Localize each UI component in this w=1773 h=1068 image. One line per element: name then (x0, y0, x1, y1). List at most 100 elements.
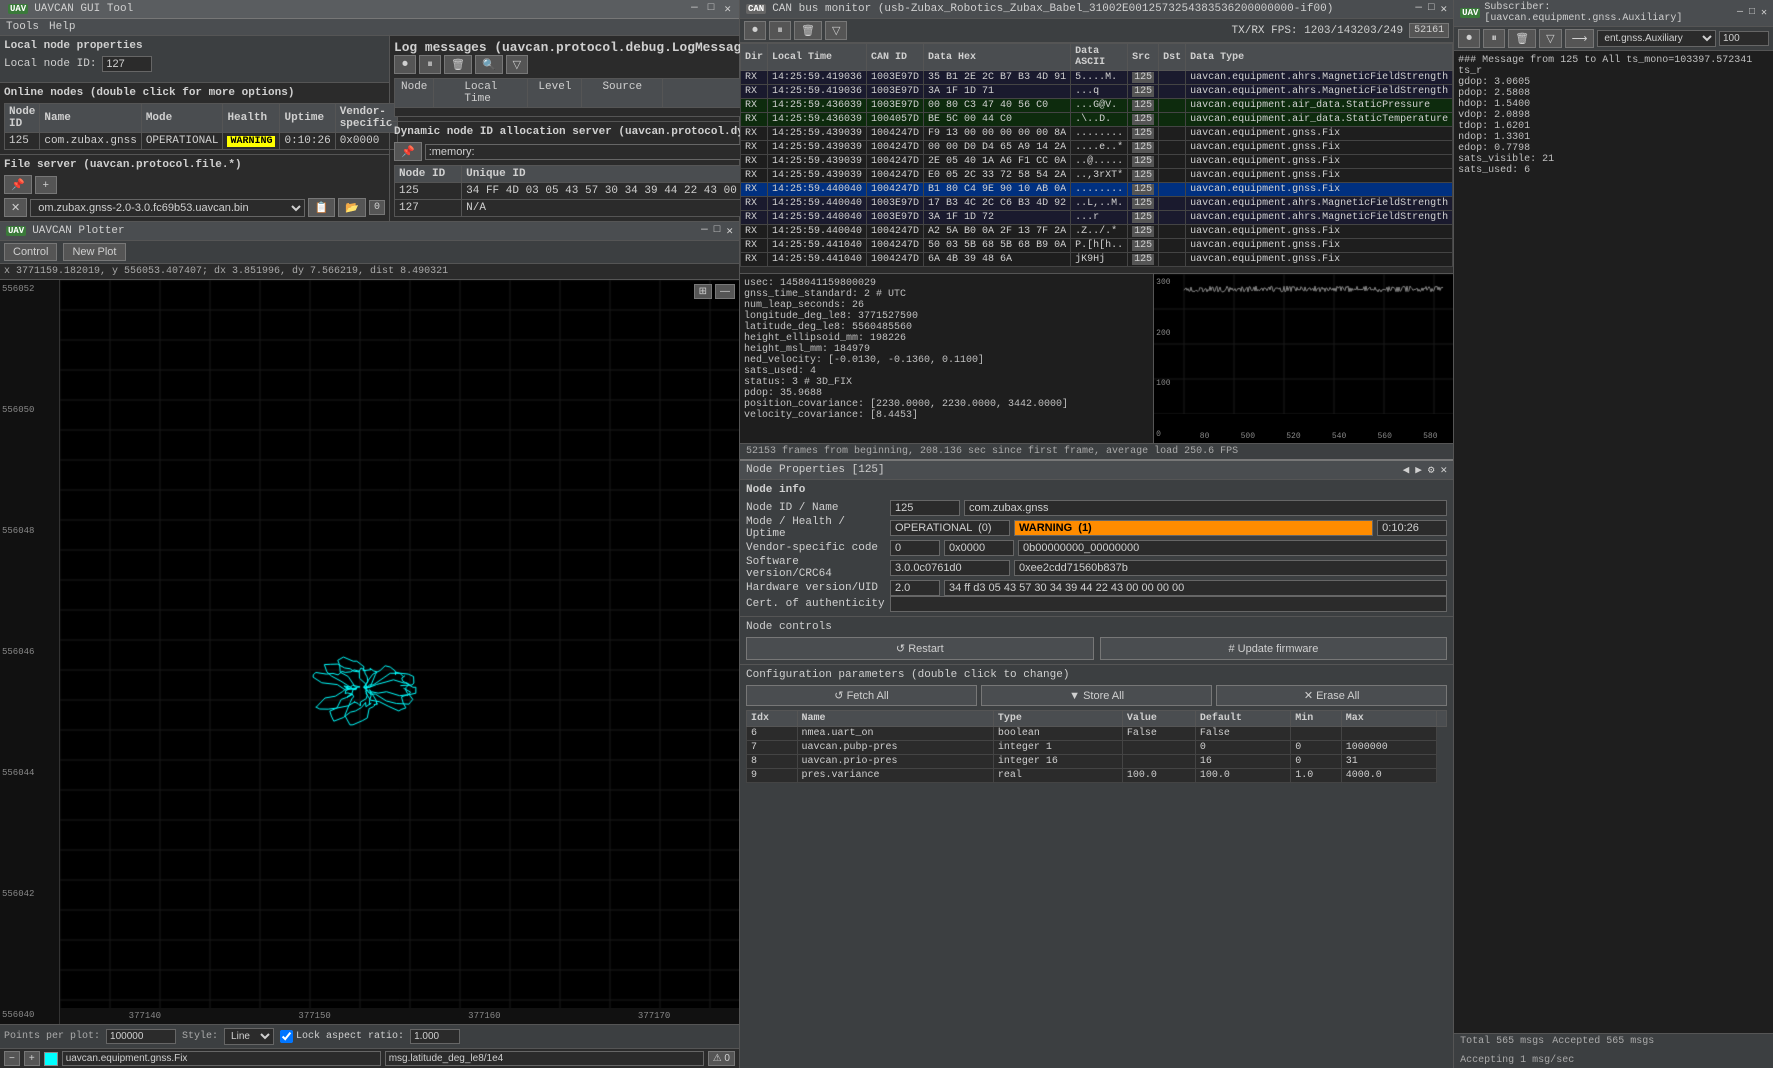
file-server-open-btn[interactable]: 📂 (338, 198, 366, 217)
node-props-close-btn[interactable]: ✕ (1441, 463, 1448, 477)
node-props-left-btn[interactable]: ◀ (1403, 463, 1410, 477)
health-field[interactable] (1014, 520, 1373, 536)
can-row[interactable]: RX 14:25:59.439039 1004247D E0 05 2C 33 … (741, 169, 1453, 183)
file-server-add-btn[interactable]: + (35, 176, 57, 194)
hw-version-field[interactable] (890, 580, 940, 596)
aspect-ratio-input[interactable] (410, 1029, 460, 1044)
sub-maximize-btn[interactable]: □ (1749, 7, 1755, 19)
can-win-minimize[interactable]: — (1415, 2, 1422, 16)
vendor-field3[interactable] (1018, 540, 1447, 556)
node-id-field[interactable] (890, 500, 960, 516)
can-table-container[interactable]: Dir Local Time CAN ID Data Hex Data ASCI… (740, 43, 1453, 273)
sw-version-field[interactable] (890, 560, 1010, 576)
sub-forward-btn[interactable]: ⟶ (1565, 29, 1595, 48)
config-row[interactable]: 8 uavcan.prio-pres integer 16 16 0 31 (747, 755, 1447, 769)
can-row[interactable]: RX 14:25:59.439039 1004247D 2E 05 40 1A … (741, 155, 1453, 169)
can-cell-time: 14:25:59.441040 (768, 239, 867, 253)
can-win-maximize[interactable]: □ (1428, 2, 1435, 16)
update-firmware-btn[interactable]: # Update firmware (1100, 637, 1448, 660)
channel-minus-btn[interactable]: − (4, 1051, 20, 1066)
can-row[interactable]: RX 14:25:59.419036 1003E97D 3A 1F 1D 71 … (741, 85, 1453, 99)
can-row[interactable]: RX 14:25:59.436039 1003E97D 00 80 C3 47 … (741, 99, 1453, 113)
fetch-all-btn[interactable]: ↺ Fetch All (746, 685, 977, 706)
style-select[interactable]: Line (224, 1028, 274, 1045)
erase-all-btn[interactable]: ✕ Erase All (1216, 685, 1447, 706)
plotter-control-btn[interactable]: Control (4, 243, 57, 261)
plotter-maximize-btn[interactable]: □ (714, 224, 721, 238)
can-row[interactable]: RX 14:25:59.440040 1003E97D 17 B3 4C 2C … (741, 197, 1453, 211)
channel-name-input[interactable] (62, 1051, 381, 1066)
pts-per-plot-input[interactable] (106, 1029, 176, 1044)
can-row[interactable]: RX 14:25:59.419036 1003E97D 35 B1 2E 2C … (741, 71, 1453, 85)
config-row[interactable]: 7 uavcan.pubp-pres integer 1 0 0 1000000 (747, 741, 1447, 755)
sub-type-select[interactable]: ent.gnss.Auxiliary (1597, 30, 1716, 47)
menu-tools[interactable]: Tools (6, 21, 39, 33)
lock-aspect-checkbox[interactable] (280, 1030, 293, 1043)
cert-field[interactable] (890, 596, 1447, 612)
alarm-btn[interactable]: ⚠ 0 (708, 1051, 735, 1066)
config-row[interactable]: 9 pres.variance real 100.0 100.0 1.0 400… (747, 769, 1447, 783)
node-name-field[interactable] (964, 500, 1447, 516)
can-row[interactable]: RX 14:25:59.439039 1004247D F9 13 00 00 … (741, 127, 1453, 141)
plotter-expand-btn[interactable]: ⊞ (694, 284, 712, 299)
channel-color-swatch[interactable] (44, 1052, 58, 1066)
file-server-copy-btn[interactable]: 📋 (308, 198, 336, 217)
sub-pause-btn[interactable]: ⏸ (1483, 29, 1505, 48)
hw-uid-field[interactable] (944, 580, 1447, 596)
channel-plus-btn[interactable]: + (24, 1051, 40, 1066)
plotter-close-btn[interactable]: ✕ (726, 224, 733, 238)
can-record-btn[interactable]: ⏺ (744, 21, 766, 40)
can-row[interactable]: RX 14:25:59.440040 1003E97D 3A 1F 1D 72 … (741, 211, 1453, 225)
can-row[interactable]: RX 14:25:59.441040 1004247D 50 03 5B 68 … (741, 239, 1453, 253)
sub-clear-btn[interactable]: 🗑 (1508, 29, 1536, 48)
can-pause-btn[interactable]: ⏸ (769, 21, 791, 40)
plotter-minimize-btn[interactable]: — (701, 224, 708, 238)
sub-minimize-btn[interactable]: — (1737, 7, 1743, 19)
can-row[interactable]: RX 14:25:59.440040 1004247D A2 5A B0 0A … (741, 225, 1453, 239)
config-row[interactable]: 6 nmea.uart_on boolean False False (747, 727, 1447, 741)
sw-crc-field[interactable] (1014, 560, 1447, 576)
menu-help[interactable]: Help (49, 21, 75, 33)
log-record-btn[interactable]: ⏺ (394, 55, 416, 74)
window-maximize-btn[interactable]: □ (708, 2, 715, 16)
subscriber-content[interactable]: ### Message from 125 to All ts_mono=1033… (1454, 51, 1773, 1033)
can-clear-btn[interactable]: 🗑 (794, 21, 822, 40)
node-props-right-btn[interactable]: ▶ (1415, 463, 1422, 477)
node-row[interactable]: 125 com.zubax.gnss OPERATIONAL WARNING 0… (5, 133, 398, 150)
file-server-remove-btn[interactable]: ✕ (4, 198, 27, 217)
store-all-btn[interactable]: ▼ Store All (981, 685, 1212, 706)
file-server-pin-btn[interactable]: 📌 (4, 175, 32, 194)
can-row[interactable]: RX 14:25:59.440040 1004247D B1 80 C4 9E … (741, 183, 1453, 197)
sub-close-btn[interactable]: ✕ (1761, 7, 1767, 19)
decoded-text[interactable]: usec: 1458041159800029gnss_time_standard… (740, 274, 1153, 443)
can-row[interactable]: RX 14:25:59.441040 1004247D 6A 4B 39 48 … (741, 253, 1453, 267)
log-pause-btn[interactable]: ⏸ (419, 55, 441, 74)
plotter-new-plot-btn[interactable]: New Plot (63, 243, 125, 261)
can-row[interactable]: RX 14:25:59.439039 1004247D 00 00 D0 D4 … (741, 141, 1453, 155)
log-filter-btn[interactable]: ▽ (506, 55, 528, 74)
can-cell-id: 1004247D (867, 127, 924, 141)
log-clear-btn[interactable]: 🗑 (444, 55, 472, 74)
sub-rate-input[interactable] (1719, 31, 1769, 46)
vendor-field2[interactable] (944, 540, 1014, 556)
mode-field[interactable] (890, 520, 1010, 536)
dynamic-pin-btn[interactable]: 📌 (394, 142, 422, 161)
plotter-canvas[interactable]: 377140 377150 377160 377170 (60, 280, 739, 1024)
plotter-collapse-btn[interactable]: — (715, 284, 735, 299)
window-minimize-btn[interactable]: — (691, 2, 698, 16)
log-search-btn[interactable]: 🔍 (475, 55, 503, 74)
restart-btn[interactable]: ↺ Restart (746, 637, 1094, 660)
node-props-gear-btn[interactable]: ⚙ (1428, 463, 1435, 477)
config-table-container[interactable]: Idx Name Type Value Default Min Max 6 nm… (746, 710, 1447, 1064)
can-filter-btn[interactable]: ▽ (825, 21, 847, 40)
sub-record-btn[interactable]: ⏺ (1458, 29, 1480, 48)
uptime-field[interactable] (1377, 520, 1447, 536)
channel-y-input[interactable] (385, 1051, 704, 1066)
vendor-field1[interactable] (890, 540, 940, 556)
sub-filter-btn[interactable]: ▽ (1539, 29, 1561, 48)
window-close-btn[interactable]: ✕ (724, 2, 731, 16)
can-win-close[interactable]: ✕ (1441, 2, 1448, 16)
can-row[interactable]: RX 14:25:59.436039 1004057D BE 5C 00 44 … (741, 113, 1453, 127)
local-node-id-input[interactable] (102, 56, 152, 72)
file-server-select[interactable]: om.zubax.gnss-2.0-3.0.fc69b53.uavcan.bin (30, 199, 304, 217)
